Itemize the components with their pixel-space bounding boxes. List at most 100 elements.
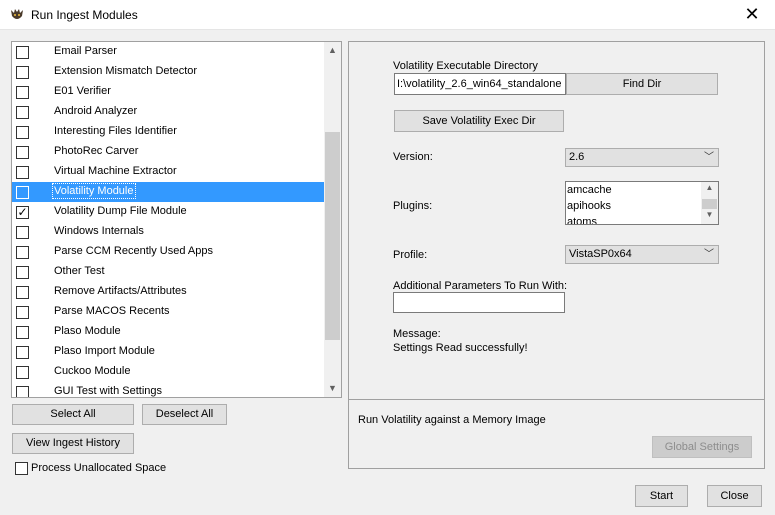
module-checkbox[interactable] <box>16 66 29 79</box>
checkmark-icon: ✓ <box>17 205 28 219</box>
module-checkbox[interactable] <box>16 46 29 59</box>
additional-params-input[interactable] <box>393 292 565 313</box>
autopsy-dog-icon <box>11 9 23 19</box>
module-label: Other Test <box>54 265 105 277</box>
ingest-module-list[interactable]: Email Parser Extension Mismatch Detector E… <box>11 41 342 398</box>
plugins-listbox[interactable]: amcache apihooks atoms ▲ ▼ <box>565 181 719 225</box>
message-label: Message: <box>393 328 441 340</box>
plugins-scrollbar[interactable]: ▲ ▼ <box>701 182 718 224</box>
scrollbar-thumb[interactable] <box>702 199 717 209</box>
title-bar: Run Ingest Modules ✕ <box>0 0 775 30</box>
module-row[interactable]: Remove Artifacts/Attributes <box>12 282 324 302</box>
exec-dir-input[interactable]: I:\volatility_2.6_win64_standalone <box>394 73 566 95</box>
module-checkbox[interactable] <box>16 266 29 279</box>
plugins-label: Plugins: <box>393 200 433 212</box>
module-row[interactable]: Email Parser <box>12 42 324 62</box>
module-settings-panel: Volatility Executable Directory I:\volat… <box>348 41 765 400</box>
module-row[interactable]: E01 Verifier <box>12 82 324 102</box>
module-row[interactable]: Plaso Module <box>12 322 324 342</box>
module-row[interactable]: Android Analyzer <box>12 102 324 122</box>
start-button[interactable]: Start <box>635 485 688 507</box>
module-checkbox[interactable] <box>16 366 29 379</box>
module-row[interactable]: Extension Mismatch Detector <box>12 62 324 82</box>
additional-params-label: Additional Parameters To Run With: <box>393 280 568 292</box>
close-icon[interactable]: ✕ <box>744 4 759 24</box>
module-label: Plaso Module <box>54 325 121 337</box>
scroll-down-arrow-icon[interactable]: ▼ <box>324 380 341 397</box>
module-row[interactable]: ✓ Volatility Dump File Module <box>12 202 324 222</box>
exec-dir-label: Volatility Executable Directory <box>393 60 538 72</box>
module-description-panel: Run Volatility against a Memory Image Gl… <box>348 400 765 469</box>
module-row[interactable]: GUI Test with Settings <box>12 382 324 397</box>
module-checkbox[interactable] <box>16 106 29 119</box>
module-label: Plaso Import Module <box>54 345 155 357</box>
module-label: Virtual Machine Extractor <box>54 165 177 177</box>
module-checkbox[interactable] <box>16 386 29 397</box>
version-value: 2.6 <box>569 151 585 163</box>
message-text: Settings Read successfully! <box>393 342 528 354</box>
module-label: Volatility Dump File Module <box>54 205 187 217</box>
window-title: Run Ingest Modules <box>31 8 138 22</box>
module-label: E01 Verifier <box>54 85 111 97</box>
plugin-item[interactable]: amcache <box>567 182 612 198</box>
module-label: Windows Internals <box>54 225 144 237</box>
module-row[interactable]: Virtual Machine Extractor <box>12 162 324 182</box>
module-checkbox[interactable] <box>16 326 29 339</box>
module-label: Android Analyzer <box>54 105 138 117</box>
module-row[interactable]: Plaso Import Module <box>12 342 324 362</box>
find-dir-button[interactable]: Find Dir <box>566 73 718 95</box>
plugin-item[interactable]: apihooks <box>567 198 611 214</box>
global-settings-button[interactable]: Global Settings <box>652 436 752 458</box>
module-label: PhotoRec Carver <box>54 145 139 157</box>
deselect-all-button[interactable]: Deselect All <box>142 404 227 425</box>
module-label: Volatility Module <box>52 183 136 199</box>
view-ingest-history-button[interactable]: View Ingest History <box>12 433 134 454</box>
module-row[interactable]: Other Test <box>12 262 324 282</box>
module-row[interactable]: Interesting Files Identifier <box>12 122 324 142</box>
module-checkbox[interactable] <box>16 86 29 99</box>
module-label: Remove Artifacts/Attributes <box>54 285 187 297</box>
module-checkbox[interactable] <box>16 286 29 299</box>
module-checkbox[interactable] <box>16 306 29 319</box>
module-row[interactable]: Windows Internals <box>12 222 324 242</box>
scroll-up-arrow-icon[interactable]: ▲ <box>701 183 718 192</box>
save-exec-dir-button[interactable]: Save Volatility Exec Dir <box>394 110 564 132</box>
module-label: Email Parser <box>54 45 117 57</box>
module-row[interactable]: Parse CCM Recently Used Apps <box>12 242 324 262</box>
module-checkbox[interactable]: ✓ <box>16 205 29 219</box>
module-checkbox[interactable] <box>16 246 29 259</box>
module-row[interactable]: PhotoRec Carver <box>12 142 324 162</box>
version-dropdown[interactable]: 2.6 ﹀ <box>565 148 719 167</box>
module-checkbox[interactable] <box>16 166 29 179</box>
module-description: Run Volatility against a Memory Image <box>358 414 546 426</box>
module-label: Interesting Files Identifier <box>54 125 177 137</box>
close-button[interactable]: Close <box>707 485 762 507</box>
select-all-button[interactable]: Select All <box>12 404 134 425</box>
module-checkbox[interactable] <box>16 186 29 199</box>
version-label: Version: <box>393 151 433 163</box>
profile-label: Profile: <box>393 249 428 261</box>
profile-dropdown[interactable]: VistaSP0x64 ﹀ <box>565 245 719 264</box>
module-row[interactable]: Parse MACOS Recents <box>12 302 324 322</box>
scroll-up-arrow-icon[interactable]: ▲ <box>324 42 341 59</box>
process-unallocated-label: Process Unallocated Space <box>31 462 167 474</box>
module-checkbox[interactable] <box>16 126 29 139</box>
module-list-scrollbar[interactable]: ▲ ▼ <box>324 42 341 397</box>
scroll-down-arrow-icon[interactable]: ▼ <box>701 210 718 219</box>
module-label: Extension Mismatch Detector <box>54 65 198 77</box>
profile-value: VistaSP0x64 <box>569 248 632 260</box>
module-checkbox[interactable] <box>16 346 29 359</box>
chevron-down-icon: ﹀ <box>704 152 714 163</box>
module-row[interactable]: Cuckoo Module <box>12 362 324 382</box>
module-label: GUI Test with Settings <box>54 385 163 397</box>
close-window-button[interactable]: ✕ <box>729 0 775 30</box>
module-label: Parse MACOS Recents <box>54 305 170 317</box>
module-checkbox[interactable] <box>16 146 29 159</box>
module-label: Parse CCM Recently Used Apps <box>54 245 213 257</box>
module-checkbox[interactable] <box>16 226 29 239</box>
scrollbar-thumb[interactable] <box>325 132 340 340</box>
process-unallocated-checkbox[interactable] <box>15 462 28 475</box>
module-label: Cuckoo Module <box>54 365 131 377</box>
module-row[interactable]: Volatility Module <box>12 182 324 202</box>
plugin-item[interactable]: atoms <box>567 214 597 224</box>
